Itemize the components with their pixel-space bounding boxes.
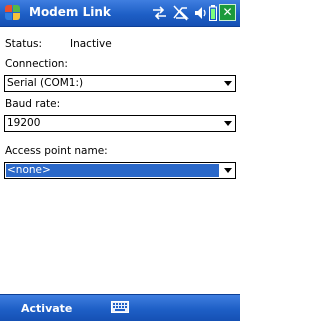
connection-dropdown[interactable]: Serial (COM1:) [4,75,236,92]
battery-icon[interactable] [209,5,217,21]
start-menu-icon[interactable] [4,4,22,22]
status-label: Status: [5,38,42,50]
connectivity-icon[interactable] [151,5,168,21]
baud-rate-label: Baud rate: [5,98,61,110]
chevron-down-icon[interactable] [224,121,232,126]
window-title: Modem Link [29,5,111,19]
chevron-down-icon[interactable] [224,168,232,173]
keyboard-icon[interactable] [111,299,129,315]
access-point-name-selected-value: <none> [6,164,219,177]
baud-rate-selected-value: 19200 [7,117,41,129]
baud-rate-dropdown[interactable]: 19200 [4,115,236,132]
volume-icon[interactable] [193,5,209,21]
access-point-name-dropdown[interactable]: <none> [4,162,236,179]
close-button[interactable]: ✕ [219,4,236,21]
menu-bar: Activate [0,294,240,321]
chevron-down-icon[interactable] [224,81,232,86]
activate-softkey[interactable]: Activate [21,302,72,315]
access-point-name-label: Access point name: [5,145,108,157]
title-bar: Modem Link ✕ [0,0,240,27]
status-value: Inactive [70,38,112,50]
signal-off-icon[interactable] [172,5,189,21]
connection-selected-value: Serial (COM1:) [7,77,84,89]
connection-label: Connection: [5,58,68,70]
